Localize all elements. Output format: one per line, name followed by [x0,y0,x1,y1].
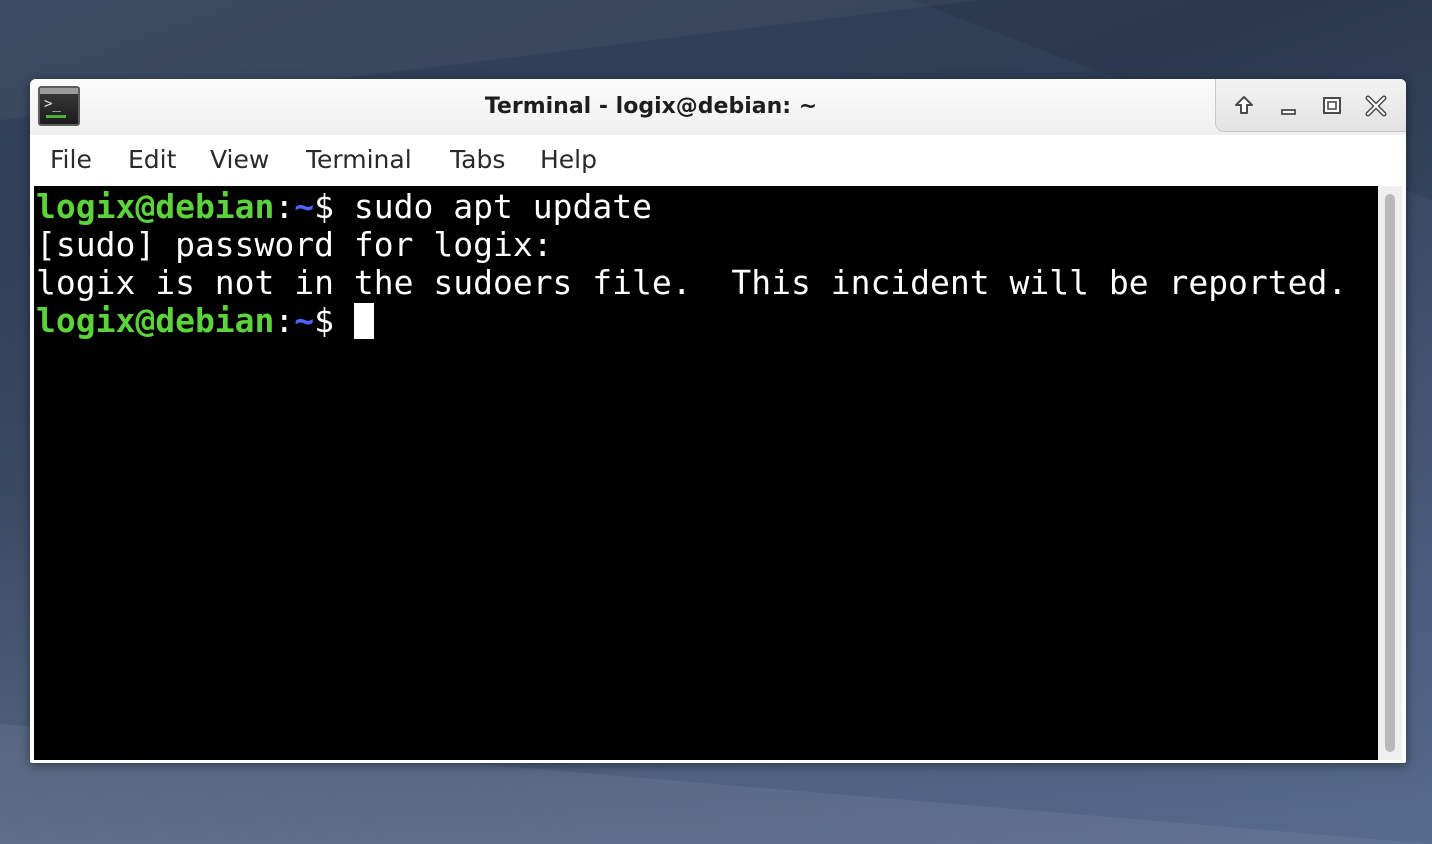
prompt-user-host: logix@debian [36,187,275,226]
terminal-line: logix@debian:~$ [36,302,374,340]
title-bar[interactable]: >_ Terminal - logix@debian: ~ [30,79,1406,135]
prompt-symbol: $ [314,301,354,340]
terminal-window: >_ Terminal - logix@debian: ~ File Edit … [30,79,1406,763]
menu-help[interactable]: Help [540,146,597,174]
prompt-path: ~ [294,187,315,226]
menu-bar: File Edit View Terminal Tabs Help [30,135,1406,185]
window-controls [1215,79,1406,132]
terminal-line: logix is not in the sudoers file. This i… [36,263,1348,302]
prompt-colon: : [274,301,295,340]
minimize-button[interactable] [1275,93,1301,119]
shade-button[interactable] [1231,93,1257,119]
menu-terminal[interactable]: Terminal [306,146,412,174]
scrollbar-thumb[interactable] [1385,194,1395,752]
menu-tabs[interactable]: Tabs [450,146,505,174]
terminal-line: [sudo] password for logix: [36,225,553,264]
minimize-icon [1281,109,1296,115]
menu-edit[interactable]: Edit [128,146,176,174]
arrow-up-icon [1235,96,1253,114]
command-text: sudo apt update [353,187,652,226]
menu-view[interactable]: View [210,146,269,174]
prompt-colon: : [274,187,295,226]
terminal-output[interactable]: logix@debian:~$ sudo apt update [sudo] p… [34,186,1378,760]
maximize-button[interactable] [1319,93,1345,119]
terminal-line: logix@debian:~$ sudo apt update [36,188,652,226]
prompt-path: ~ [294,301,315,340]
vertical-scrollbar[interactable] [1378,186,1402,760]
prompt-user-host: logix@debian [36,301,275,340]
maximize-icon [1323,97,1341,114]
close-button[interactable] [1363,93,1389,119]
close-icon [1365,95,1387,117]
menu-file[interactable]: File [50,146,92,174]
window-title: Terminal - logix@debian: ~ [484,94,818,119]
prompt-symbol: $ [314,187,354,226]
text-cursor [353,303,374,339]
